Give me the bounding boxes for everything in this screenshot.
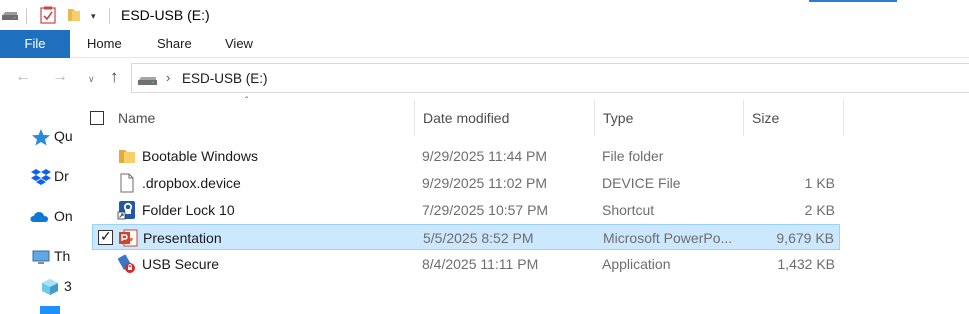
column-header-type[interactable]: Type [595,100,744,136]
file-row[interactable]: USB Secure 8/4/2025 11:11 PM Application… [92,251,840,277]
file-size: 1 KB [804,175,835,191]
nav-item-label: Th [54,248,71,264]
nav-item-partial-icon [40,306,60,314]
window-accent-strip [809,0,897,2]
file-date: 9/29/2025 11:02 PM [422,175,548,191]
file-name: Bootable Windows [142,148,258,164]
select-all-checkbox[interactable] [90,111,104,125]
file-type: Microsoft PowerPo... [603,230,733,246]
file-row[interactable]: Folder Lock 10 7/29/2025 10:57 PM Shortc… [92,197,840,223]
row-checkbox[interactable] [98,228,113,245]
powerpoint-icon [119,229,138,247]
chevron-right-icon[interactable]: › [166,70,170,85]
file-row[interactable]: .dropbox.device 9/29/2025 11:02 PM DEVIC… [92,170,840,196]
drive-icon[interactable] [2,12,18,20]
file-date: 8/4/2025 11:11 PM [422,256,539,272]
file-row[interactable]: Bootable Windows 9/29/2025 11:44 PM File… [92,143,840,169]
address-bar[interactable]: › ESD-USB (E:) [131,63,969,93]
properties-icon[interactable] [40,6,56,24]
tab-home[interactable]: Home [87,30,122,58]
recent-locations-icon[interactable]: ∨ [88,74,95,85]
file-size: 1,432 KB [777,256,835,272]
toolbar-divider [109,8,110,24]
file-name: Folder Lock 10 [142,202,235,218]
file-name: Presentation [143,230,222,246]
file-date: 5/5/2025 8:52 PM [423,230,534,246]
file-name: .dropbox.device [142,175,241,191]
blank-file-icon [120,173,134,193]
drive-icon [138,77,157,85]
navigation-pane: Qu Dr On Th 3 [0,100,72,314]
tab-file[interactable]: File [0,30,70,58]
onedrive-cloud-icon [30,212,48,222]
folder-icon [119,150,135,163]
column-header-row: Name Date modified Type Size [84,100,849,136]
file-date: 9/29/2025 11:44 PM [422,148,548,164]
tab-share[interactable]: Share [157,30,192,58]
title-bar: ▾ ESD-USB (E:) [0,0,969,30]
dropbox-icon [31,169,51,185]
file-name: USB Secure [142,256,220,272]
up-arrow-icon[interactable]: ↑ [110,67,119,87]
column-header-name[interactable]: Name [110,100,415,136]
this-pc-icon [32,250,50,264]
quick-access-star-icon [32,129,50,146]
back-arrow-icon[interactable]: ← [15,68,31,86]
column-header-date-modified[interactable]: Date modified [415,100,595,136]
usb-secure-app-icon [117,254,135,273]
toolbar-divider [26,8,27,24]
address-location[interactable]: ESD-USB (E:) [182,71,268,86]
nav-item-label: 3 [64,278,72,294]
file-size: 2 KB [804,202,835,218]
file-type: Application [602,256,671,272]
window-title: ESD-USB (E:) [121,7,210,23]
nav-item-label: Dr [54,168,69,184]
file-size: 9,679 KB [776,230,834,246]
3d-objects-icon [42,279,58,295]
nav-item-label: Qu [54,128,72,144]
file-type: DEVICE File [602,175,681,191]
tab-view[interactable]: View [225,30,253,58]
nav-item-label: On [54,208,72,224]
file-row[interactable]: Presentation 5/5/2025 8:52 PM Microsoft … [92,224,840,250]
forward-arrow-icon[interactable]: → [52,68,68,86]
new-folder-icon[interactable] [67,8,81,22]
ribbon-tabs: File Home Share View [0,30,969,58]
address-row: ← → ∨ ↑ › ESD-USB (E:) [0,58,969,100]
column-header-size[interactable]: Size [744,100,844,136]
folder-lock-shortcut-icon [117,201,135,220]
customize-dropdown-icon[interactable]: ▾ [91,11,96,22]
file-type: Shortcut [602,202,655,218]
file-date: 7/29/2025 10:57 PM [422,202,549,218]
file-type: File folder [602,148,664,164]
